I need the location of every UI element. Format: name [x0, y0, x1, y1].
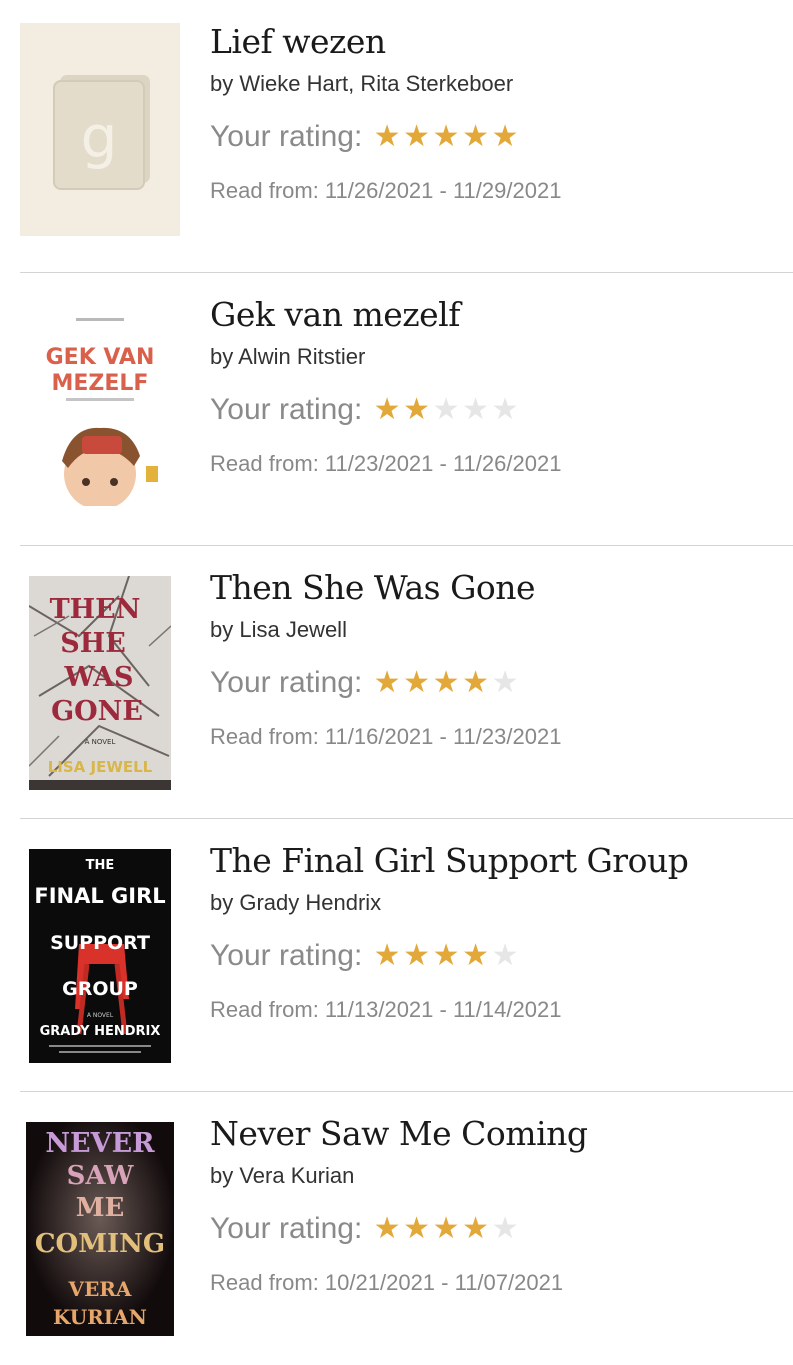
rating-label: Your rating:	[210, 939, 363, 972]
star-empty-icon[interactable]: ★	[490, 395, 520, 425]
book-placeholder-icon: g	[53, 75, 150, 190]
book-title[interactable]: Gek van mezelf	[210, 295, 783, 335]
star-filled-icon[interactable]: ★	[461, 941, 491, 971]
book-cover[interactable]: NEVER SAW ME COMING VERA KURIAN	[26, 1122, 174, 1336]
cover-author: VERA	[68, 1277, 132, 1301]
book-author[interactable]: by Lisa Jewell	[210, 616, 783, 644]
star-filled-icon[interactable]: ★	[431, 122, 461, 152]
star-filled-icon[interactable]: ★	[372, 395, 402, 425]
rating-row: Your rating: ★ ★ ★ ★ ★	[210, 1210, 783, 1248]
read-dates: Read from: 11/16/2021 - 11/23/2021	[210, 724, 562, 749]
cover-author: LISA JEWELL	[48, 758, 153, 776]
cover-title-word: COMING	[35, 1229, 165, 1259]
book-info: Then She Was Gone by Lisa Jewell Your ra…	[210, 568, 783, 750]
book-title[interactable]: Then She Was Gone	[210, 568, 783, 608]
read-dates: Read from: 10/21/2021 - 11/07/2021	[210, 1270, 564, 1295]
read-dates: Read from: 11/13/2021 - 11/14/2021	[210, 997, 562, 1022]
star-filled-icon[interactable]: ★	[402, 395, 432, 425]
book-cover[interactable]: GEK VAN MEZELF	[38, 296, 162, 508]
star-rating[interactable]: ★ ★ ★ ★ ★	[372, 122, 520, 152]
rating-label: Your rating:	[210, 393, 363, 426]
star-filled-icon[interactable]: ★	[372, 1214, 402, 1244]
cover-title-line: MEZELF	[52, 371, 149, 396]
cover-novel-label: A NOVEL	[87, 1012, 114, 1019]
cover-author: KURIAN	[53, 1305, 147, 1329]
star-filled-icon[interactable]: ★	[402, 668, 432, 698]
rating-row: Your rating: ★ ★ ★ ★ ★	[210, 391, 783, 429]
book-info: Lief wezen by Wieke Hart, Rita Sterkeboe…	[210, 22, 783, 204]
read-dates: Read from: 11/23/2021 - 11/26/2021	[210, 451, 562, 476]
book-row[interactable]: g Lief wezen by Wieke Hart, Rita Sterkeb…	[0, 0, 793, 273]
cover-title-line: GEK VAN	[46, 345, 155, 370]
book-cover[interactable]: THEN SHE WAS GONE A NOVEL LISA JEWELL	[29, 576, 171, 790]
book-title[interactable]: The Final Girl Support Group	[210, 841, 783, 881]
book-row[interactable]: GEK VAN MEZELF Gek van mezelf by Alwin R…	[0, 273, 793, 546]
cover-title-word: THEN	[50, 594, 141, 625]
star-filled-icon[interactable]: ★	[402, 122, 432, 152]
cover-title-word: SAW	[67, 1161, 135, 1191]
cover-title-word: GROUP	[62, 978, 138, 1000]
star-filled-icon[interactable]: ★	[402, 1214, 432, 1244]
star-filled-icon[interactable]: ★	[461, 668, 491, 698]
book-info: Never Saw Me Coming by Vera Kurian Your …	[210, 1114, 783, 1296]
star-filled-icon[interactable]: ★	[372, 668, 402, 698]
book-title[interactable]: Lief wezen	[210, 22, 783, 62]
star-empty-icon[interactable]: ★	[490, 941, 520, 971]
book-cover[interactable]: THE FINAL GIRL SUPPORT GROUP GRADY HENDR…	[29, 849, 171, 1063]
book-row[interactable]: NEVER SAW ME COMING VERA KURIAN Never Sa…	[0, 1092, 793, 1365]
book-author[interactable]: by Wieke Hart, Rita Sterkeboer	[210, 70, 783, 98]
cover-title-word: SHE	[60, 628, 126, 659]
cover-letter: g	[81, 103, 118, 171]
book-info: The Final Girl Support Group by Grady He…	[210, 841, 783, 1023]
star-filled-icon[interactable]: ★	[431, 941, 461, 971]
cover-title-word: ME	[76, 1193, 125, 1223]
rating-label: Your rating:	[210, 120, 363, 153]
cover-art: THEN SHE WAS GONE A NOVEL LISA JEWELL	[29, 576, 171, 790]
cover-title-word: WAS	[63, 662, 133, 693]
cover-novel-label: A NOVEL	[85, 738, 116, 746]
star-filled-icon[interactable]: ★	[490, 122, 520, 152]
star-filled-icon[interactable]: ★	[461, 122, 491, 152]
book-row[interactable]: THEN SHE WAS GONE A NOVEL LISA JEWELL Th…	[0, 546, 793, 819]
star-rating[interactable]: ★ ★ ★ ★ ★	[372, 668, 520, 698]
rating-row: Your rating: ★ ★ ★ ★ ★	[210, 118, 783, 156]
rating-label: Your rating:	[210, 666, 363, 699]
cover-art: THE FINAL GIRL SUPPORT GROUP GRADY HENDR…	[29, 849, 171, 1063]
rating-row: Your rating: ★ ★ ★ ★ ★	[210, 937, 783, 975]
star-empty-icon[interactable]: ★	[490, 1214, 520, 1244]
star-rating[interactable]: ★ ★ ★ ★ ★	[372, 941, 520, 971]
cover-title-word: NEVER	[45, 1128, 155, 1159]
book-author[interactable]: by Vera Kurian	[210, 1162, 783, 1190]
star-filled-icon[interactable]: ★	[461, 1214, 491, 1244]
star-filled-icon[interactable]: ★	[431, 1214, 461, 1244]
book-cover-placeholder[interactable]: g	[20, 23, 180, 236]
star-rating[interactable]: ★ ★ ★ ★ ★	[372, 1214, 520, 1244]
star-filled-icon[interactable]: ★	[431, 668, 461, 698]
cover-art: GEK VAN MEZELF	[38, 318, 162, 508]
cover-title-word: SUPPORT	[50, 932, 150, 954]
book-title[interactable]: Never Saw Me Coming	[210, 1114, 783, 1154]
read-dates: Read from: 11/26/2021 - 11/29/2021	[210, 178, 562, 203]
book-row[interactable]: THE FINAL GIRL SUPPORT GROUP GRADY HENDR…	[0, 819, 793, 1092]
star-empty-icon[interactable]: ★	[490, 668, 520, 698]
book-info: Gek van mezelf by Alwin Ritstier Your ra…	[210, 295, 783, 477]
star-filled-icon[interactable]: ★	[372, 122, 402, 152]
cover-title-word: THE	[86, 858, 115, 873]
star-rating[interactable]: ★ ★ ★ ★ ★	[372, 395, 520, 425]
reading-list: g Lief wezen by Wieke Hart, Rita Sterkeb…	[0, 0, 793, 1365]
star-filled-icon[interactable]: ★	[372, 941, 402, 971]
rating-label: Your rating:	[210, 1212, 363, 1245]
cover-author: GRADY HENDRIX	[40, 1024, 161, 1039]
cover-title-word: FINAL GIRL	[34, 884, 165, 908]
book-author[interactable]: by Alwin Ritstier	[210, 343, 783, 371]
star-filled-icon[interactable]: ★	[402, 941, 432, 971]
book-author[interactable]: by Grady Hendrix	[210, 889, 783, 917]
star-empty-icon[interactable]: ★	[461, 395, 491, 425]
star-empty-icon[interactable]: ★	[431, 395, 461, 425]
cover-title-word: GONE	[51, 696, 143, 727]
cover-art: NEVER SAW ME COMING VERA KURIAN	[26, 1122, 174, 1336]
rating-row: Your rating: ★ ★ ★ ★ ★	[210, 664, 783, 702]
